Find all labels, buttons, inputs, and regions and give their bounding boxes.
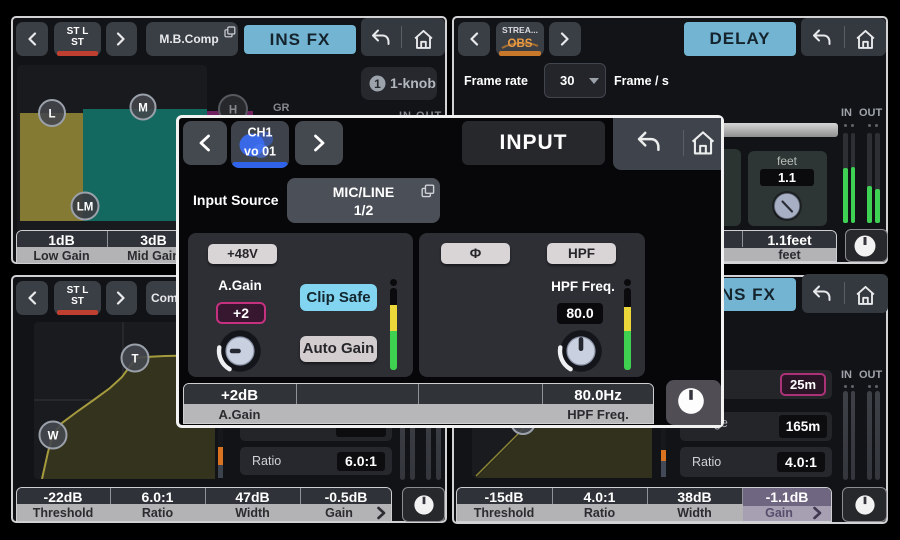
svg-text:1: 1	[374, 77, 381, 91]
svg-text:LM: LM	[77, 202, 94, 214]
svg-text:L: L	[48, 109, 55, 121]
svg-text:CH1: CH1	[247, 126, 272, 140]
svg-text:W: W	[48, 431, 59, 443]
svg-text:T: T	[131, 354, 138, 366]
svg-text:vo 01: vo 01	[244, 145, 276, 159]
svg-text:M: M	[138, 103, 148, 115]
